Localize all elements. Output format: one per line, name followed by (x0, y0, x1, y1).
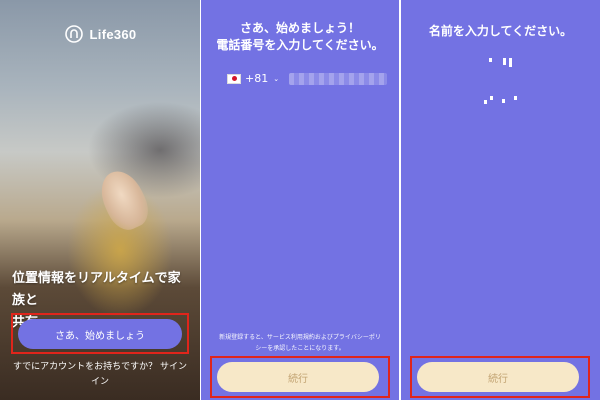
phone-number-field[interactable]: +81 ⌄ (227, 72, 388, 85)
censored-first-name[interactable] (401, 58, 600, 67)
life360-logo: Life360 (0, 24, 200, 44)
title-line-2: 電話番号を入力してください。 (216, 38, 384, 52)
phone-entry-screen: さあ、始めましょう！ 電話番号を入力してください。 +81 ⌄ 新規登録すると、… (201, 0, 399, 400)
name-entry-screen: 名前を入力してください。 続行 (401, 0, 600, 400)
signin-link[interactable]: すでにアカウントをお持ちですか？ サイン イン (10, 360, 190, 390)
terms-line-1: 新規登録すると、サービス利用規約およびプライバシーポリ (219, 334, 381, 341)
chevron-down-icon[interactable]: ⌄ (273, 75, 279, 83)
highlight-box-continue-name (410, 356, 590, 398)
terms-line-2: シーを承認したことになります。 (255, 345, 345, 352)
highlight-box-continue-phone (210, 356, 390, 398)
blurred-phone-number[interactable] (289, 72, 388, 85)
logo-text: Life360 (89, 26, 137, 42)
life360-logo-icon (64, 25, 83, 43)
censored-last-name[interactable] (401, 96, 600, 104)
terms-notice: 新規登録すると、サービス利用規約およびプライバシーポリ シーを承認したことになり… (215, 332, 385, 354)
name-entry-title: 名前を入力してください。 (428, 24, 573, 38)
title-line-1: さあ、始めましょう！ (239, 21, 360, 35)
country-code[interactable]: +81 (245, 72, 268, 85)
phone-entry-title: さあ、始めましょう！ 電話番号を入力してください。 (201, 20, 399, 54)
headline-line-1: 位置情報をリアルタイムで家族と (12, 271, 181, 308)
highlight-box-get-started (11, 313, 189, 354)
signin-line-2: イン (90, 377, 109, 387)
japan-flag-icon[interactable] (227, 73, 241, 84)
signin-line-1: すでにアカウントをお持ちですか？ サイン (13, 362, 187, 372)
